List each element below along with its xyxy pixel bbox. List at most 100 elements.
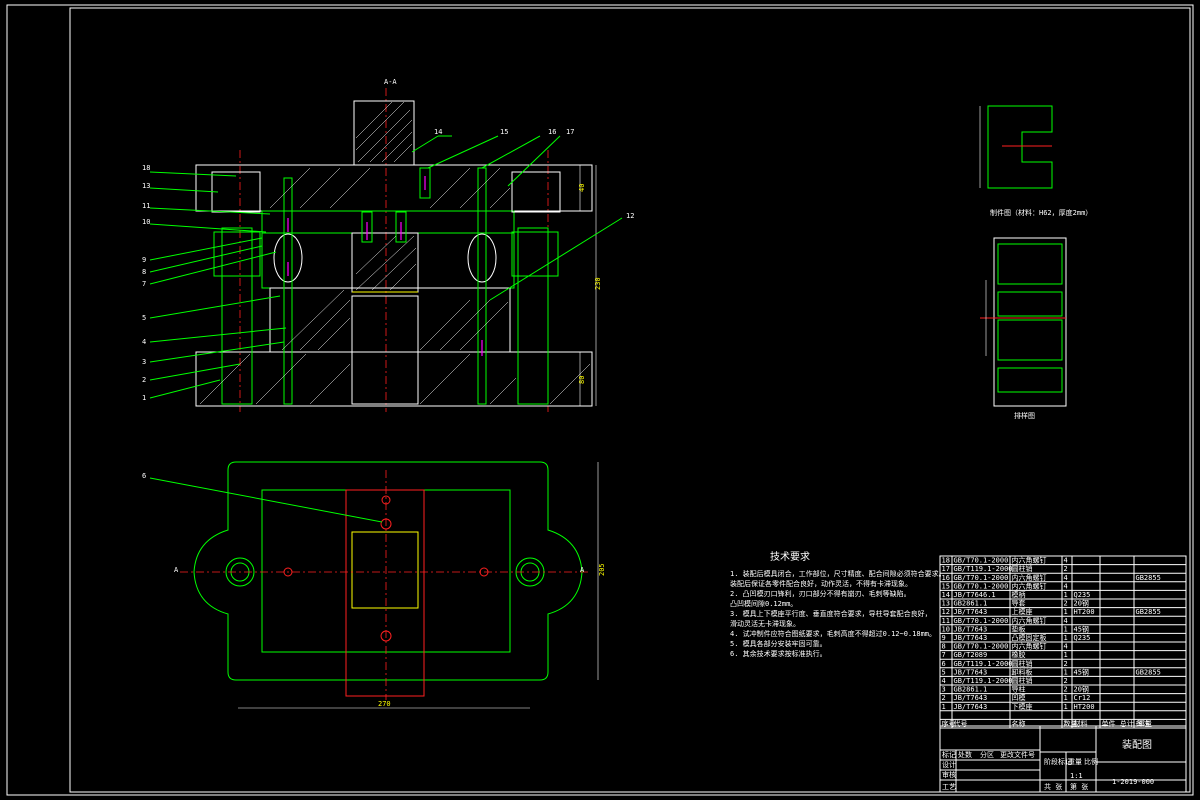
callout-8: 8	[142, 268, 146, 276]
plan-callout-6: 6	[142, 472, 146, 480]
bom-cell: 16	[942, 574, 950, 582]
bom-cell: GB/T70.1-2000	[954, 557, 1009, 565]
bom-cell: 10	[942, 625, 950, 633]
bom-cell: 7	[942, 651, 946, 659]
callout-10: 10	[142, 218, 150, 226]
bom-cell: 3	[942, 686, 946, 694]
bom-cell: 内六角螺钉	[1012, 581, 1047, 590]
bom-cell: JB/T7643	[954, 703, 988, 711]
dim-plan-height: 205	[598, 563, 606, 576]
callout-3: 3	[142, 358, 146, 366]
callout-12: 12	[626, 212, 634, 220]
bom-cell: 8	[942, 643, 946, 651]
bom-table: 18 GB/T70.1-2000 内六角螺钉 417 GB/T119.1-2000圆柱销…	[939, 555, 1187, 729]
bom-cell: JB/T7643	[954, 634, 988, 642]
bom-cell: 凹模	[1012, 693, 1026, 702]
bom-cell: 4	[1064, 582, 1068, 590]
bom-cell: Q235	[1074, 634, 1091, 642]
callout-4: 4	[142, 338, 146, 346]
bom-cell: JB/T7643	[954, 668, 988, 676]
callouts-left	[149, 171, 287, 399]
tb-label-scale: 比例	[1084, 757, 1098, 766]
bom-cell: 1	[1064, 703, 1068, 711]
guide-post-right	[517, 227, 549, 405]
bom-cell: 凸模固定板	[1012, 633, 1047, 642]
bom-cell: 11	[942, 617, 950, 625]
tb-label-check: 审核	[942, 770, 956, 779]
bom-cell: 内六角螺钉	[1012, 556, 1047, 565]
dim-bottom: 80	[578, 376, 586, 384]
strip-layout: 排样图	[980, 237, 1067, 420]
bom-cell: 18	[942, 557, 950, 565]
tb-label-mark: 标记	[942, 750, 956, 759]
bom-cell: GB/T119.1-2000	[954, 565, 1013, 573]
part-drawing: 制件图（材料：H62，厚度2mm）	[979, 105, 1092, 217]
tb-label-count: 处数	[958, 750, 972, 759]
bom-cell: 上模座	[1012, 607, 1033, 616]
bom-cell: GB2855	[1136, 574, 1161, 582]
tech-note-3: 2. 凸凹模刃口锋利，刃口部分不得有崩刃、毛刺等缺陷。	[730, 589, 911, 598]
part-caption: 制件图（材料：H62，厚度2mm）	[990, 208, 1092, 217]
section-view: A-A 40 230 80 18 13 11 10 9 8 7 5 4 3 2 …	[142, 78, 634, 412]
bom-cell: 卸料板	[1012, 667, 1033, 676]
bom-cell: 17	[942, 565, 950, 573]
bom-cell: GB/T2089	[954, 651, 988, 659]
cad-drawing: A-A 40 230 80 18 13 11 10 9 8 7 5 4 3 2 …	[6, 4, 1194, 796]
bom-cell: 下模座	[1012, 702, 1033, 711]
callout-11: 11	[142, 202, 150, 210]
tb-label-total-sheets: 共 张	[1044, 782, 1062, 791]
bom-header-cell: 名称	[1012, 719, 1026, 728]
callout-16: 16	[548, 128, 556, 136]
bom-cell: 1	[1064, 591, 1068, 599]
dim-total: 230	[594, 277, 602, 290]
bom-cell: GB2861.1	[954, 686, 988, 694]
tb-label-weight: 重量	[1068, 758, 1082, 766]
tb-label-change: 更改文件号	[1000, 750, 1035, 759]
drawing-title: 装配图	[1122, 738, 1152, 751]
bom-cell: JB/T7643	[954, 694, 988, 702]
bom-cell: 2	[1064, 686, 1068, 694]
callout-17: 17	[566, 128, 574, 136]
lower-die-seat	[195, 351, 593, 407]
tech-note-1: 1. 装配后模具闭合，工作部位，尺寸精度、配合间隙必须符合要求。	[730, 569, 946, 578]
bom-cell: 5	[942, 668, 946, 676]
bom-cell: 4	[942, 677, 946, 685]
bom-cell: 导套	[1012, 599, 1026, 608]
die	[269, 287, 511, 353]
bom-cell: 20钢	[1074, 685, 1089, 694]
plan-outline	[193, 461, 583, 681]
bom-cell: GB/T70.1-2000	[954, 582, 1009, 590]
bom-cell: 导柱	[1012, 685, 1026, 694]
callout-2: 2	[142, 376, 146, 384]
callout-1: 1	[142, 394, 146, 402]
bom-cell: GB/T70.1-2000	[954, 617, 1009, 625]
bom-cell: JB/T7646.1	[954, 591, 996, 599]
callout-5: 5	[142, 314, 146, 322]
tb-label-design: 设计	[942, 760, 956, 769]
bom-cell: 垫板	[1012, 624, 1026, 633]
bom-cell: GB2861.1	[954, 600, 988, 608]
bom-cell: 1	[1064, 625, 1068, 633]
bom-cell: 2	[1064, 600, 1068, 608]
strip-caption: 排样图	[1014, 411, 1035, 420]
bom-cell: 15	[942, 582, 950, 590]
bom-cell: 20钢	[1074, 599, 1089, 608]
bom-cell: 4	[1064, 557, 1068, 565]
bom-cell: 6	[942, 660, 946, 668]
bom-cell: 圆柱销	[1012, 659, 1033, 668]
bom-cell: GB/T70.1-2000	[954, 643, 1009, 651]
bom-cell: 1	[942, 703, 946, 711]
bom-cell: 1	[1064, 608, 1068, 616]
tech-note-9: 6. 其余技术要求按标准执行。	[730, 649, 827, 658]
tech-note-8: 5. 模具各部分安装牢固可靠。	[730, 639, 827, 648]
callout-9: 9	[142, 256, 146, 264]
bom-cell: 12	[942, 608, 950, 616]
bom-cell: GB2855	[1136, 608, 1161, 616]
strip-outline	[345, 489, 425, 697]
bom-cell: 45钢	[1074, 667, 1089, 676]
tb-label-sheet: 第 张	[1070, 782, 1088, 791]
bom-header-cell: 材料	[1074, 719, 1088, 728]
bom-cell: 内六角螺钉	[1012, 616, 1047, 625]
callout-15: 15	[500, 128, 508, 136]
title-block: 装配图 1-2019-000 1:1 标记 处数 分区 更改文件号 设计 审核 …	[939, 725, 1187, 793]
